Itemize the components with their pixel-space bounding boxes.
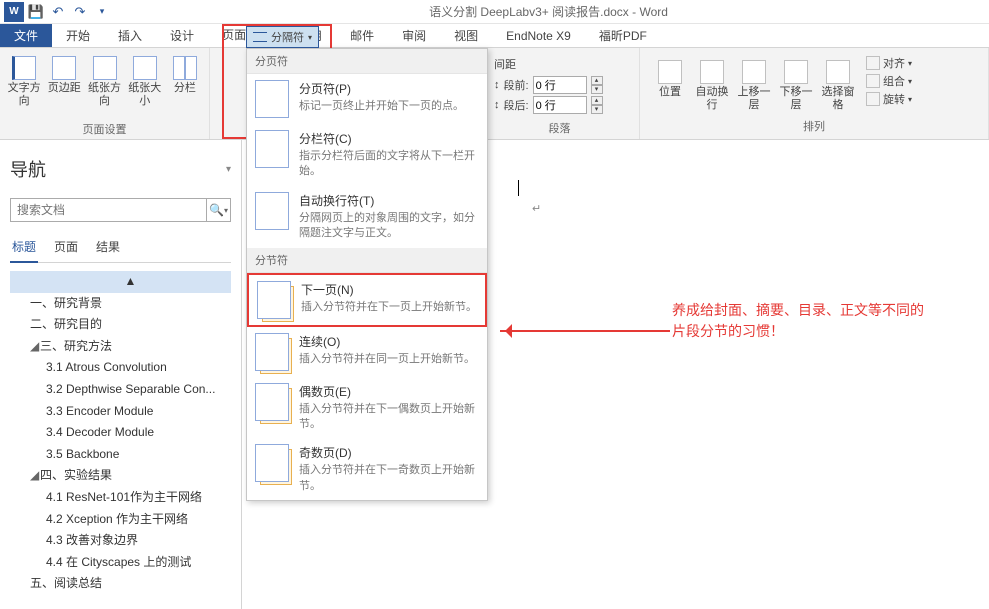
toc-item[interactable]: 二、研究目的 (10, 314, 231, 336)
continuous-section-icon (255, 333, 289, 371)
toc-item[interactable]: 3.4 Decoder Module (10, 422, 231, 444)
navigation-pane: 导航 ▾ 🔍▾ 标题 页面 结果 ▲ 一、研究背景二、研究目的◢三、研究方法3.1… (0, 140, 242, 609)
qat-customize-icon[interactable]: ▾ (92, 2, 112, 22)
size-button[interactable]: 纸张大小 (127, 52, 163, 119)
breaks-icon (253, 32, 267, 42)
toc-item[interactable]: 4.2 Xception 作为主干网络 (10, 509, 231, 531)
column-break-icon (255, 130, 289, 168)
tab-insert[interactable]: 插入 (104, 24, 156, 47)
save-icon[interactable]: 💾 (26, 2, 46, 22)
orientation-button[interactable]: 纸张方向 (86, 52, 122, 119)
text-direction-button[interactable]: 文字方向 (6, 52, 42, 119)
tab-design[interactable]: 设计 (156, 24, 208, 47)
toc-item[interactable]: 一、研究背景 (10, 293, 231, 315)
bring-forward-button[interactable]: 上移一层 (734, 56, 774, 112)
break-next-page-item[interactable]: 下一页(N)插入分节符并在下一页上开始新节。 (247, 273, 487, 327)
nav-dropdown-icon[interactable]: ▾ (226, 164, 231, 175)
section-breaks-header: 分节符 (247, 248, 487, 273)
text-wrap-break-icon (255, 192, 289, 230)
toc-item[interactable]: 3.1 Atrous Convolution (10, 357, 231, 379)
annotation-arrow (500, 330, 670, 332)
tab-file[interactable]: 文件 (0, 24, 52, 47)
page-setup-label: 页面设置 (6, 119, 203, 137)
break-page-item[interactable]: 分页符(P)标记一页终止并开始下一页的点。 (247, 74, 487, 124)
tab-view[interactable]: 视图 (440, 24, 492, 47)
nav-tab-results[interactable]: 结果 (94, 234, 122, 262)
toc-item[interactable]: ◢四、实验结果 (10, 465, 231, 487)
window-title: 语义分割 DeepLabv3+ 阅读报告.docx - Word (112, 3, 985, 20)
ribbon-tabs: 文件 开始 插入 设计 页面布局 引用 邮件 审阅 视图 EndNote X9 … (0, 24, 989, 48)
toc-item[interactable]: 3.5 Backbone (10, 444, 231, 466)
tab-endnote[interactable]: EndNote X9 (492, 24, 585, 47)
search-button[interactable]: 🔍▾ (206, 199, 230, 221)
paragraph-mark: ↵ (532, 202, 541, 215)
page-break-icon (255, 80, 289, 118)
word-app-icon: W (4, 2, 24, 22)
arrange-label: 排列 (646, 116, 982, 134)
chevron-down-icon: ▾ (308, 33, 312, 42)
space-before-icon: ↕ (494, 79, 500, 91)
tab-mailings[interactable]: 邮件 (336, 24, 388, 47)
break-even-page-item[interactable]: 偶数页(E)插入分节符并在下一偶数页上开始新节。 (247, 377, 487, 439)
toc-item[interactable]: 4.1 ResNet-101作为主干网络 (10, 487, 231, 509)
redo-icon[interactable]: ↷ (70, 2, 90, 22)
space-after-icon: ↕ (494, 99, 500, 111)
tab-review[interactable]: 审阅 (388, 24, 440, 47)
annotation-text: 养成给封面、摘要、目录、正文等不同的 片段分节的习惯！ (672, 300, 924, 342)
toc-item[interactable]: ◢三、研究方法 (10, 336, 231, 358)
toc-item[interactable]: 4.4 在 Cityscapes 上的测试 (10, 552, 231, 574)
undo-icon[interactable]: ↶ (48, 2, 68, 22)
break-continuous-item[interactable]: 连续(O)插入分节符并在同一页上开始新节。 (247, 327, 487, 377)
even-page-section-icon (255, 383, 289, 421)
break-column-item[interactable]: 分栏符(C)指示分栏符后面的文字将从下一栏开始。 (247, 124, 487, 186)
breaks-dropdown-menu: 分页符 分页符(P)标记一页终止并开始下一页的点。 分栏符(C)指示分栏符后面的… (246, 48, 488, 501)
selection-pane-button[interactable]: 选择窗格 (818, 56, 858, 112)
next-page-section-icon (257, 281, 291, 319)
paragraph-label: 段落 (486, 118, 633, 136)
wrap-text-button[interactable]: 自动换行 (692, 56, 732, 112)
nav-title: 导航 (10, 156, 46, 182)
break-odd-page-item[interactable]: 奇数页(D)插入分节符并在下一奇数页上开始新节。 (247, 438, 487, 500)
toc-item[interactable]: 五、阅读总结 (10, 573, 231, 595)
odd-page-section-icon (255, 444, 289, 482)
toc-item[interactable]: ▲ (10, 271, 231, 293)
breaks-dropdown-button[interactable]: 分隔符 ▾ (246, 26, 319, 48)
toc-item[interactable]: 4.3 改善对象边界 (10, 530, 231, 552)
toc-item[interactable]: 3.3 Encoder Module (10, 401, 231, 423)
search-icon: 🔍 (209, 203, 224, 217)
text-cursor (518, 180, 519, 196)
align-button[interactable]: 对齐▾ (866, 54, 912, 72)
group-button[interactable]: 组合▾ (866, 72, 912, 90)
nav-tab-headings[interactable]: 标题 (10, 234, 38, 263)
position-button[interactable]: 位置 (650, 56, 690, 112)
toc-list: ▲ 一、研究背景二、研究目的◢三、研究方法3.1 Atrous Convolut… (10, 271, 231, 595)
tab-home[interactable]: 开始 (52, 24, 104, 47)
columns-button[interactable]: 分栏 (167, 52, 203, 119)
spacing-label: 间距 (494, 56, 625, 74)
search-input[interactable] (11, 199, 206, 221)
page-breaks-header: 分页符 (247, 49, 487, 74)
space-before-input[interactable] (533, 76, 587, 94)
space-after-input[interactable] (533, 96, 587, 114)
toc-item[interactable]: 3.2 Depthwise Separable Con... (10, 379, 231, 401)
tab-foxit[interactable]: 福昕PDF (585, 24, 661, 47)
rotate-button[interactable]: 旋转▾ (866, 90, 912, 108)
send-backward-button[interactable]: 下移一层 (776, 56, 816, 112)
margins-button[interactable]: 页边距 (46, 52, 82, 119)
nav-tab-pages[interactable]: 页面 (52, 234, 80, 262)
break-wrap-item[interactable]: 自动换行符(T)分隔网页上的对象周围的文字，如分隔题注文字与正文。 (247, 186, 487, 248)
